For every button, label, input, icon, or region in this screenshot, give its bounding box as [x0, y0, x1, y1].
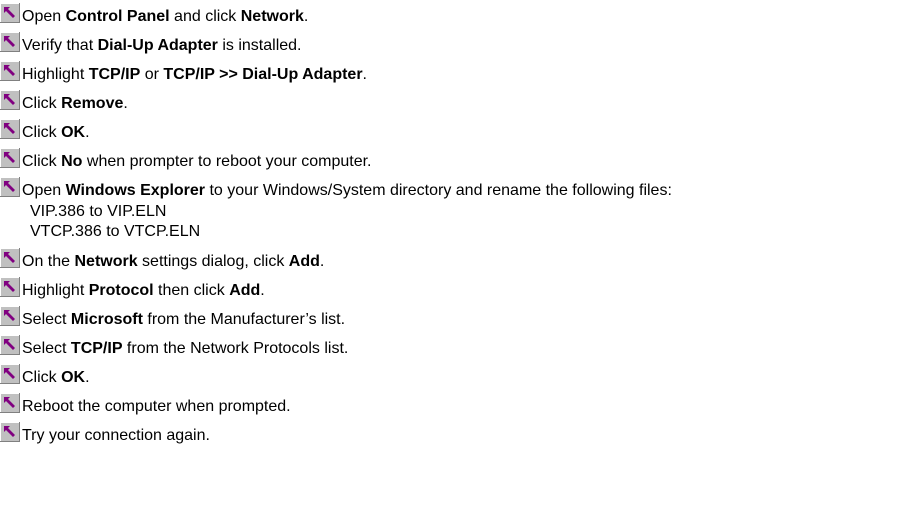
- step-text: Highlight TCP/IP or TCP/IP >> Dial-Up Ad…: [22, 65, 367, 84]
- ui-term: TCP/IP >> Dial-Up Adapter: [163, 66, 363, 83]
- step-text: Try your connection again.: [22, 426, 210, 445]
- shortcut-jump-icon[interactable]: [0, 61, 20, 81]
- shortcut-jump-icon[interactable]: [0, 148, 20, 168]
- ui-term: TCP/IP: [70, 340, 123, 357]
- step-text: Click OK.: [22, 368, 90, 387]
- step-text-segment: Highlight: [22, 282, 89, 299]
- step-text-segment: Click: [22, 95, 62, 112]
- step-text: Open Control Panel and click Network.: [22, 7, 308, 26]
- step-text: Select TCP/IP from the Network Protocols…: [22, 339, 348, 358]
- step-text-segment: then click: [153, 282, 230, 299]
- step-text-segment: .: [303, 8, 309, 25]
- shortcut-jump-icon[interactable]: [0, 90, 20, 110]
- step-item: Open Windows Explorer to your Windows/Sy…: [0, 174, 915, 245]
- step-text-segment: .: [319, 253, 325, 270]
- step-text-segment: Select: [22, 311, 71, 328]
- ui-term: Microsoft: [70, 311, 143, 328]
- step-text-segment: .: [85, 124, 90, 141]
- step-text-segment: Reboot the computer when prompted.: [22, 398, 291, 415]
- step-item: Open Control Panel and click Network.: [0, 0, 915, 29]
- shortcut-jump-icon[interactable]: [0, 3, 20, 23]
- shortcut-jump-icon[interactable]: [0, 335, 20, 355]
- shortcut-jump-icon[interactable]: [0, 177, 20, 197]
- shortcut-jump-icon[interactable]: [0, 248, 20, 268]
- step-text-segment: Click: [22, 124, 62, 141]
- step-text: Click No when prompter to reboot your co…: [22, 152, 371, 171]
- ui-term: Network: [74, 253, 138, 270]
- step-item: Select TCP/IP from the Network Protocols…: [0, 332, 915, 361]
- step-text: Select Microsoft from the Manufacturer’s…: [22, 310, 345, 329]
- step-text-segment: .: [362, 66, 367, 83]
- step-text-segment: when prompter to reboot your computer.: [82, 153, 372, 170]
- ui-term: OK: [61, 369, 86, 386]
- shortcut-jump-icon[interactable]: [0, 277, 20, 297]
- step-text-segment: and click: [169, 8, 241, 25]
- step-item: Select Microsoft from the Manufacturer’s…: [0, 303, 915, 332]
- step-item: Highlight Protocol then click Add.: [0, 274, 915, 303]
- step-text-segment: Open: [22, 8, 66, 25]
- ui-term: Control Panel: [65, 8, 170, 25]
- step-item: Click OK.: [0, 116, 915, 145]
- step-item: Click Remove.: [0, 87, 915, 116]
- ui-term: OK: [61, 124, 86, 141]
- step-text: Reboot the computer when prompted.: [22, 397, 291, 416]
- ui-term: Windows Explorer: [65, 182, 206, 199]
- step-text: Click Remove.: [22, 94, 128, 113]
- step-text-segment: Highlight: [22, 66, 89, 83]
- step-text-segment: from the Network Protocols list.: [122, 340, 349, 357]
- step-text-segment: .: [260, 282, 265, 299]
- shortcut-jump-icon[interactable]: [0, 119, 20, 139]
- step-item: Reboot the computer when prompted.: [0, 390, 915, 419]
- shortcut-jump-icon[interactable]: [0, 32, 20, 52]
- rename-file-line: VTCP.386 to VTCP.ELN: [30, 223, 201, 240]
- step-text-segment: or: [140, 66, 164, 83]
- step-text-segment: is installed.: [217, 37, 302, 54]
- ui-term: Remove: [61, 95, 124, 112]
- step-text: Open Windows Explorer to your Windows/Sy…: [22, 181, 672, 200]
- ui-term: Dial-Up Adapter: [97, 37, 218, 54]
- ui-term: Add: [229, 282, 261, 299]
- step-text-segment: settings dialog, click: [137, 253, 289, 270]
- step-text: Click OK.: [22, 123, 90, 142]
- ui-term: No: [61, 153, 83, 170]
- step-item: Highlight TCP/IP or TCP/IP >> Dial-Up Ad…: [0, 58, 915, 87]
- rename-file-line: VIP.386 to VIP.ELN: [30, 203, 167, 220]
- step-text-segment: Click: [22, 153, 62, 170]
- ui-term: Network: [240, 8, 304, 25]
- step-text-segment: .: [85, 369, 90, 386]
- ui-term: Add: [288, 253, 320, 270]
- step-item: On the Network settings dialog, click Ad…: [0, 245, 915, 274]
- shortcut-jump-icon[interactable]: [0, 422, 20, 442]
- step-text-segment: Open: [22, 182, 66, 199]
- step-text-segment: Verify that: [22, 37, 98, 54]
- shortcut-jump-icon[interactable]: [0, 393, 20, 413]
- step-item: Try your connection again.: [0, 419, 915, 448]
- step-text: Highlight Protocol then click Add.: [22, 281, 265, 300]
- ui-term: TCP/IP: [88, 66, 141, 83]
- step-text: Verify that Dial-Up Adapter is installed…: [22, 36, 302, 55]
- step-item: Verify that Dial-Up Adapter is installed…: [0, 29, 915, 58]
- step-text-segment: to your Windows/System directory and ren…: [205, 182, 672, 199]
- step-item: Click OK.: [0, 361, 915, 390]
- step-text-segment: from the Manufacturer’s list.: [142, 311, 346, 328]
- procedure-steps: Open Control Panel and click Network. Ver…: [0, 0, 915, 448]
- shortcut-jump-icon[interactable]: [0, 364, 20, 384]
- ui-term: Protocol: [88, 282, 154, 299]
- step-text-segment: Select: [22, 340, 71, 357]
- step-text: On the Network settings dialog, click Ad…: [22, 252, 324, 271]
- shortcut-jump-icon[interactable]: [0, 306, 20, 326]
- step-text-segment: Try your connection again.: [22, 427, 210, 444]
- step-item: Click No when prompter to reboot your co…: [0, 145, 915, 174]
- step-text-segment: .: [123, 95, 128, 112]
- step-text-segment: Click: [22, 369, 62, 386]
- step-text-segment: On the: [22, 253, 75, 270]
